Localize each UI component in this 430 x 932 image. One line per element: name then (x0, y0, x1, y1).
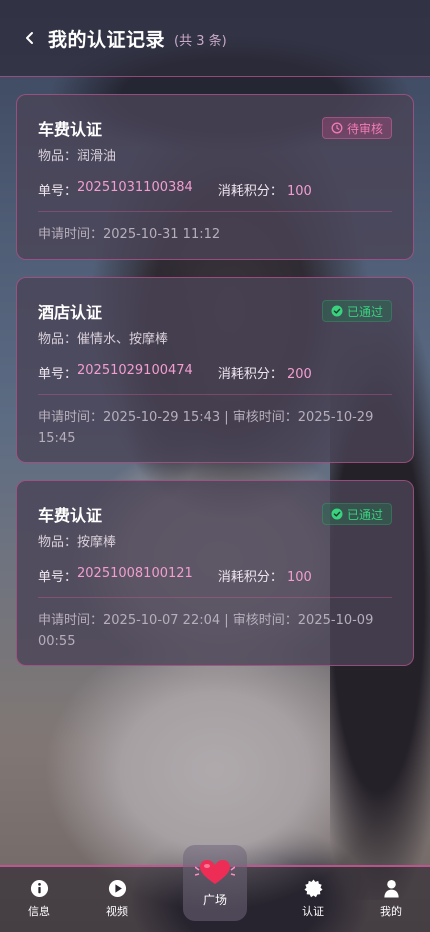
record-time: 申请时间：2025-10-07 22:04 | 审核时间：2025-10-09 … (38, 613, 374, 649)
record-title: 车费认证 (38, 120, 103, 139)
divider (38, 394, 392, 395)
nav-label: 视频 (106, 905, 128, 918)
record-time: 申请时间：2025-10-29 15:43 | 审核时间：2025-10-29 … (38, 410, 374, 446)
points-value: 100 (286, 184, 312, 199)
play-icon (108, 879, 126, 897)
nav-item-video[interactable]: 视频 (87, 877, 147, 919)
nav-item-mine[interactable]: 我的 (361, 877, 421, 919)
order-number: 20251008100121 (77, 566, 193, 581)
status-badge: 已通过 (321, 503, 392, 525)
order-label: 单号： (38, 570, 78, 585)
record-count: (共 3 条) (174, 34, 227, 49)
record-info: 单号： 20251029100474 消耗积分： 200 (38, 363, 392, 382)
info-icon (30, 879, 48, 897)
record-info: 单号： 20251031100384 消耗积分： 100 (38, 180, 392, 199)
nav-item-square[interactable]: 广场 (183, 845, 247, 921)
clock-icon (331, 122, 343, 134)
divider (38, 211, 392, 212)
points-label: 消耗积分： (217, 570, 283, 585)
order-label: 单号： (38, 184, 78, 199)
status-badge: 已通过 (321, 300, 392, 322)
record-item: 物品：催情水、按摩棒 (38, 332, 169, 347)
back-button[interactable] (20, 23, 40, 53)
check-circle-icon (331, 508, 343, 520)
badge-icon (303, 878, 323, 897)
record-card[interactable]: 车费认证 已通过 物品：按摩棒 单号： 20251008100121 消耗积分：… (16, 480, 414, 666)
record-card[interactable]: 酒店认证 已通过 物品：催情水、按摩棒 单号： 20251029100474 消… (16, 277, 414, 463)
status-text: 待审核 (346, 121, 383, 136)
record-info: 单号： 20251008100121 消耗积分： 100 (38, 566, 392, 585)
nav-item-certify[interactable]: 认证 (283, 877, 343, 919)
nav-label: 信息 (28, 905, 50, 918)
record-time: 申请时间：2025-10-31 11:12 (38, 227, 221, 242)
check-circle-icon (331, 305, 343, 317)
record-item: 物品：按摩棒 (38, 535, 117, 550)
nav-label: 认证 (302, 905, 324, 918)
bottom-nav: 信息 视频 广场 认证 我的 (0, 845, 430, 932)
record-title: 车费认证 (38, 506, 103, 525)
points-value: 100 (286, 570, 312, 585)
points-label: 消耗积分： (217, 367, 283, 382)
order-number: 20251029100474 (77, 363, 193, 378)
heart-icon (195, 860, 235, 884)
nav-label: 我的 (380, 905, 402, 918)
status-text: 已通过 (346, 304, 383, 319)
order-number: 20251031100384 (77, 180, 193, 195)
page-title: 我的认证记录 (48, 28, 166, 51)
record-item: 物品：润滑油 (38, 149, 117, 164)
record-title: 酒店认证 (38, 303, 103, 322)
user-icon (383, 879, 399, 898)
record-card[interactable]: 车费认证 待审核 物品：润滑油 单号： 20251031100384 消耗积分：… (16, 94, 414, 260)
points-value: 200 (286, 367, 312, 382)
page-header: 我的认证记录 (共 3 条) (0, 0, 430, 77)
order-label: 单号： (38, 367, 78, 382)
status-badge: 待审核 (321, 117, 392, 139)
nav-label: 广场 (202, 893, 227, 907)
nav-item-info[interactable]: 信息 (9, 877, 69, 919)
status-text: 已通过 (346, 507, 383, 522)
chevron-left-icon (26, 32, 33, 44)
divider (38, 597, 392, 598)
points-label: 消耗积分： (217, 184, 283, 199)
